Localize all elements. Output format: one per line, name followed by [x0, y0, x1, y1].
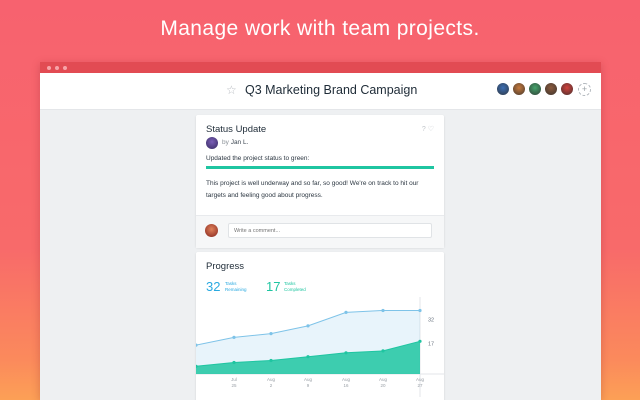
- chart-tick-label: Jul: [231, 377, 237, 382]
- chart-point: [269, 332, 273, 336]
- author-avatar[interactable]: [206, 137, 218, 149]
- project-title[interactable]: Q3 Marketing Brand Campaign: [245, 83, 417, 97]
- comment-input[interactable]: [228, 223, 432, 238]
- chart-tick-label: Aug: [304, 377, 313, 382]
- chart-point: [306, 324, 310, 328]
- window-minimize-dot[interactable]: [55, 66, 59, 70]
- chevron-down-icon[interactable]: ⌄: [402, 84, 410, 95]
- progress-chart: 3217Jul25Aug2Aug9Aug16Aug20Aug27: [196, 297, 444, 397]
- status-headline: Updated the project status to green:: [206, 155, 310, 162]
- window-titlebar: [40, 62, 601, 73]
- avatar[interactable]: [496, 82, 510, 96]
- chart-point: [418, 339, 422, 343]
- comment-row: [196, 215, 444, 248]
- tasks-completed-label-line2: Completed: [284, 286, 306, 292]
- progress-card: Progress 32 Tasks Remaining 17 Tasks Com…: [196, 252, 444, 400]
- progress-title: Progress: [206, 261, 245, 272]
- status-body: This project is well underway and so far…: [206, 180, 419, 199]
- status-update-card: Status Update ? ♡ by Jan L. Updated the …: [196, 115, 444, 248]
- member-avatars: +: [494, 82, 591, 96]
- status-byline: by Jan L.: [222, 139, 248, 146]
- chart-point: [344, 351, 348, 355]
- status-actions[interactable]: ? ♡: [422, 125, 434, 133]
- chart-tick-label: 20: [380, 383, 386, 388]
- add-member-button[interactable]: +: [578, 82, 591, 96]
- chart-tick-label: Aug: [342, 377, 351, 382]
- chart-tick-label: 16: [343, 383, 349, 388]
- chart-tick-label: Aug: [379, 377, 388, 382]
- chart-point: [381, 308, 385, 313]
- app-window: ☆ Q3 Marketing Brand Campaign ⌄ + Status…: [40, 62, 601, 400]
- avatar[interactable]: [544, 82, 558, 96]
- chart-tick-label: 2: [270, 383, 273, 388]
- byline-prefix: by: [222, 139, 229, 146]
- tasks-completed-count: 17: [266, 279, 281, 294]
- window-close-dot[interactable]: [47, 66, 51, 70]
- project-header: ☆ Q3 Marketing Brand Campaign ⌄ +: [40, 73, 601, 110]
- chart-tick-label: 27: [417, 383, 423, 388]
- author-name[interactable]: Jan L.: [231, 139, 249, 146]
- chart-tick-label: Aug: [267, 377, 276, 382]
- tasks-remaining-count: 32: [206, 279, 221, 294]
- tasks-remaining-label: Tasks Remaining: [225, 281, 247, 292]
- chart-point: [381, 349, 385, 353]
- hero-title: Manage work with team projects.: [160, 17, 480, 40]
- window-maximize-dot[interactable]: [63, 66, 67, 70]
- chart-point: [344, 310, 348, 314]
- chart-tick-label: 25: [231, 383, 237, 388]
- avatar[interactable]: [512, 82, 526, 96]
- chart-end-label: 32: [428, 318, 434, 324]
- chart-point: [232, 335, 236, 339]
- avatar[interactable]: [528, 82, 542, 96]
- status-update-title: Status Update: [206, 124, 267, 135]
- tasks-completed-label: Tasks Completed: [284, 281, 306, 292]
- chart-point: [306, 355, 310, 359]
- star-icon[interactable]: ☆: [226, 83, 237, 97]
- chart-point: [232, 360, 236, 365]
- chart-tick-label: Aug: [416, 377, 425, 382]
- commenter-avatar: [205, 224, 218, 237]
- avatar[interactable]: [560, 82, 574, 96]
- status-color-bar: [206, 166, 434, 169]
- tasks-remaining-label-line2: Remaining: [225, 286, 247, 292]
- chart-point: [269, 358, 273, 363]
- chart-end-label: 17: [428, 341, 434, 347]
- chart-point: [418, 308, 422, 313]
- chart-tick-label: 9: [307, 383, 310, 388]
